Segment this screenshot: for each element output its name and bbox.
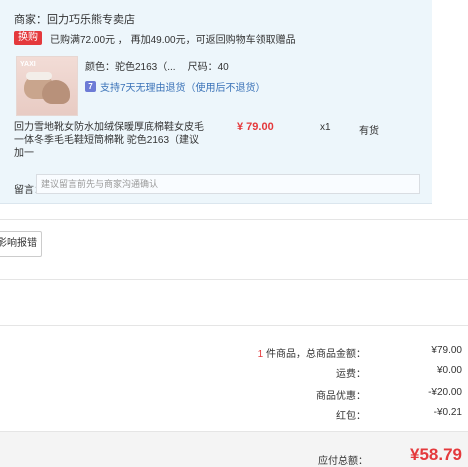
total-amount: ¥58.79 — [410, 445, 462, 464]
remark-input[interactable]: 建议留言前先与商家沟通确认 — [36, 174, 420, 194]
merchant-name[interactable]: 回力巧乐熊专卖店 — [47, 14, 135, 26]
product-spec: 颜色：驼色2163（... 尺码：40 — [85, 58, 229, 73]
shipping-amount: ¥0.00 — [436, 365, 462, 376]
return-policy: 7 支持7天无理由退货（使用后不退货） — [85, 79, 266, 94]
promo-tag: 换购 — [14, 31, 42, 45]
order-block: 商家：回力巧乐熊专卖店 换购 已购满72.00元 ， 再加49.00元，可返回购… — [0, 0, 432, 204]
product-quantity: x1 — [320, 122, 331, 133]
return-policy-text: 支持7天无理由退货（使用后不退货） — [100, 83, 266, 94]
promo-row: 换购 已购满72.00元 ， 再加49.00元，可返回购物车领取赠品 — [14, 31, 296, 46]
product-size: 尺码：40 — [187, 62, 229, 73]
promo-text: 已购满72.00元 ， 再加49.00元，可返回购物车领取赠品 — [50, 34, 296, 46]
merchant-info: 商家：回力巧乐熊专卖店 — [14, 11, 135, 27]
summary-discount-row: 商品优惠： -¥20.00 — [166, 387, 462, 402]
return-policy-icon: 7 — [85, 81, 96, 92]
total-label: 应付总额： — [318, 456, 368, 467]
summary-shipping-row: 运费： ¥0.00 — [166, 365, 462, 380]
thumb-logo: YAXI — [20, 61, 36, 68]
divider — [0, 325, 468, 326]
fur-trim — [26, 72, 52, 80]
product-thumbnail[interactable]: YAXI — [16, 56, 78, 116]
redpacket-amount: -¥0.21 — [433, 407, 462, 418]
total-bar — [0, 431, 468, 467]
merchant-label: 商家： — [14, 14, 47, 26]
shipping-label: 运费： — [336, 369, 366, 380]
redpacket-label: 红包： — [336, 411, 366, 422]
item-count: 1 — [257, 349, 264, 360]
divider — [0, 219, 468, 220]
discount-amount: -¥20.00 — [428, 387, 462, 398]
product-title[interactable]: 回力雪地靴女防水加绒保暖厚底棉鞋女皮毛一体冬季毛毛鞋短筒棉靴 驼色2163（建议… — [14, 121, 204, 160]
items-amount: ¥79.00 — [431, 345, 462, 356]
items-label: 件商品，总商品金额： — [266, 349, 366, 360]
summary-redpacket-row: 红包： -¥0.21 — [166, 407, 462, 422]
summary-items-row: 1 件商品，总商品金额： ¥79.00 — [166, 345, 462, 360]
product-price: ¥ 79.00 — [237, 121, 274, 133]
divider — [0, 279, 468, 280]
shoe-image-right — [42, 80, 70, 104]
product-color: 颜色：驼色2163（... — [85, 62, 176, 73]
stock-status: 有货 — [359, 126, 379, 137]
report-error-button[interactable]: 影响报错 — [0, 231, 42, 257]
discount-label: 商品优惠： — [316, 391, 366, 402]
